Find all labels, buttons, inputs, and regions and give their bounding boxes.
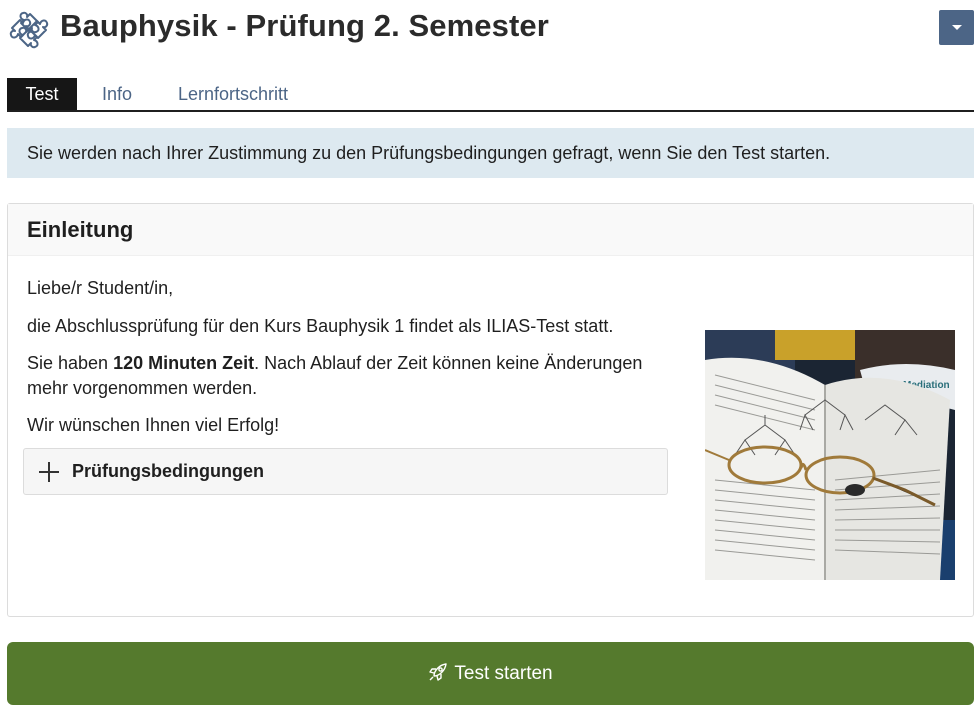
tab-test[interactable]: Test [7, 78, 77, 110]
tab-info[interactable]: Info [84, 78, 150, 110]
rocket-icon [429, 663, 448, 681]
intro-line2-bold: 120 Minuten Zeit [113, 353, 255, 373]
puzzle-icon [9, 11, 49, 49]
intro-line2-prefix: Sie haben [27, 353, 114, 373]
intro-line2: Sie haben 120 Minuten Zeit. Nach Ablauf … [27, 351, 667, 401]
actions-dropdown-button[interactable] [939, 10, 974, 45]
page-header: Bauphysik - Prüfung 2. Semester [8, 4, 974, 52]
tab-lernfortschritt[interactable]: Lernfortschritt [160, 78, 306, 110]
intro-heading: Einleitung [8, 204, 973, 256]
intro-greeting: Liebe/r Student/in, [27, 278, 174, 298]
pruefungsbedingungen-accordion[interactable]: Prüfungsbedingungen [23, 448, 668, 495]
book-glasses-image: Mediation [705, 330, 955, 580]
tab-bar: Test Info Lernfortschritt [7, 78, 974, 112]
test-starten-button[interactable]: Test starten [7, 642, 974, 705]
plus-icon [38, 461, 60, 483]
page-title: Bauphysik - Prüfung 2. Semester [60, 8, 549, 43]
intro-panel: Einleitung Liebe/r Student/in, die Absch… [7, 203, 974, 617]
start-button-label: Test starten [454, 663, 553, 684]
accordion-label: Prüfungsbedingungen [72, 461, 264, 481]
intro-line1: die Abschlussprüfung für den Kurs Bauphy… [27, 316, 614, 336]
info-message: Sie werden nach Ihrer Zustimmung zu den … [7, 128, 974, 178]
intro-line3: Wir wünschen Ihnen viel Erfolg! [27, 415, 280, 435]
